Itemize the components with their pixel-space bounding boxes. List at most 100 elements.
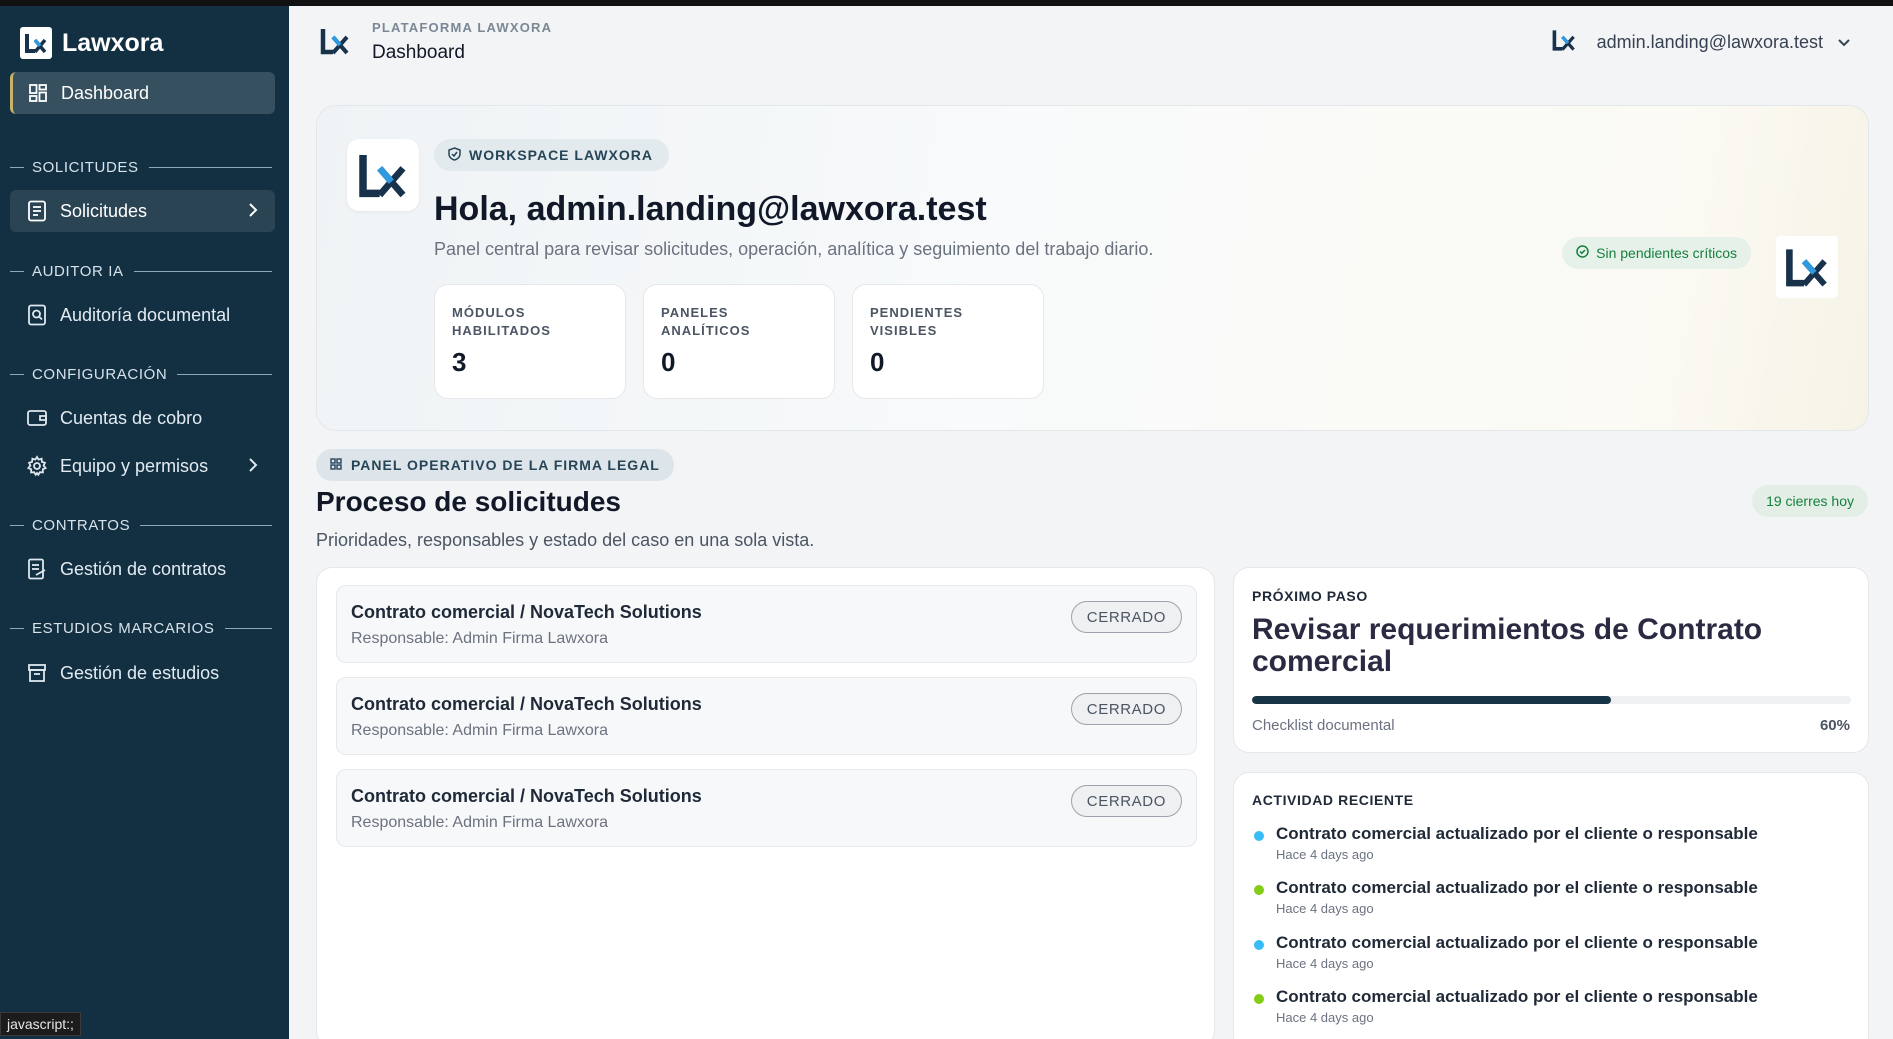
sidebar-item-label: Equipo y permisos	[60, 455, 209, 476]
activity-dot	[1254, 831, 1264, 841]
request-owner: Responsable: Admin Firma Lawxora	[351, 630, 609, 647]
header-kicker: PLATAFORMA LAWXORA	[372, 20, 553, 35]
brand-name: Lawxora	[62, 28, 164, 57]
sidebar-item-label: Cuentas de cobro	[60, 407, 203, 428]
lawxora-logo-icon	[1776, 236, 1838, 298]
brand-logo-icon	[20, 27, 52, 59]
activity-item[interactable]: Contrato comercial actualizado por el cl…	[1252, 987, 1852, 1037]
activity-time: Hace 4 days ago	[1276, 847, 1374, 862]
requests-list-card: Contrato comercial / NovaTech Solutions …	[316, 567, 1215, 1039]
progress-value: 60%	[1819, 717, 1850, 734]
section-title-configuracion: CONFIGURACIÓN	[10, 364, 272, 384]
sidebar-item-label: Dashboard	[61, 82, 150, 103]
request-title: Contrato comercial / NovaTech Solutions	[351, 786, 702, 806]
activity-item[interactable]: Contrato comercial actualizado por el cl…	[1252, 878, 1852, 928]
sidebar-item-cuentas-de-cobro[interactable]: Cuentas de cobro	[10, 397, 275, 439]
next-step-card: PRÓXIMO PASO Revisar requerimientos de C…	[1233, 567, 1869, 753]
activity-text: Contrato comercial actualizado por el cl…	[1276, 824, 1758, 843]
checklist-progress-bar	[1252, 696, 1851, 704]
request-owner: Responsable: Admin Firma Lawxora	[351, 814, 609, 831]
gear-icon	[26, 455, 48, 477]
activity-dot	[1254, 940, 1264, 950]
sidebar-item-label: Solicitudes	[60, 200, 148, 221]
activity-text: Contrato comercial actualizado por el cl…	[1276, 987, 1758, 1006]
brand[interactable]: Lawxora	[20, 27, 163, 59]
progress-label: Checklist documental	[1252, 717, 1395, 734]
workspace-logo-icon	[347, 139, 419, 211]
check-circle-icon	[1576, 245, 1589, 261]
sidebar: Lawxora Dashboard SOLICITUDES Solicitude…	[0, 6, 289, 1039]
sidebar-item-auditoria-documental[interactable]: Auditoría documental	[10, 294, 275, 336]
operational-panel-pill: PANEL OPERATIVO DE LA FIRMA LEGAL	[316, 449, 674, 481]
page-title: Dashboard	[372, 42, 465, 63]
recent-activity-card: ACTIVIDAD RECIENTE Contrato comercial ac…	[1233, 772, 1869, 1039]
stat-card-paneles: PANELES ANALÍTICOS 0	[643, 284, 835, 399]
status-bar-url-tooltip: javascript:;	[0, 1012, 81, 1036]
activity-text: Contrato comercial actualizado por el cl…	[1276, 933, 1758, 952]
activity-item[interactable]: Contrato comercial actualizado por el cl…	[1252, 933, 1852, 983]
user-menu[interactable]: admin.landing@lawxora.test	[1551, 28, 1851, 57]
stat-value: 3	[452, 347, 467, 377]
sidebar-item-label: Auditoría documental	[60, 304, 231, 325]
section-title-auditor-ia: AUDITOR IA	[10, 261, 272, 281]
stat-label: MÓDULOS HABILITADOS	[452, 305, 551, 338]
document-list-icon	[26, 200, 48, 222]
closures-today-badge: 19 cierres hoy	[1752, 485, 1868, 517]
activity-time: Hace 4 days ago	[1276, 901, 1374, 916]
list-item[interactable]: Contrato comercial / NovaTech Solutions …	[336, 677, 1197, 755]
user-avatar-logo-icon	[1551, 28, 1577, 57]
progress-fill	[1252, 696, 1612, 704]
section-heading: Proceso de solicitudes	[316, 486, 621, 517]
activity-kicker: ACTIVIDAD RECIENTE	[1252, 792, 1414, 808]
user-email: admin.landing@lawxora.test	[1596, 32, 1823, 52]
status-badge: CERRADO	[1070, 601, 1182, 633]
shield-icon	[448, 146, 461, 164]
stat-label: PANELES ANALÍTICOS	[661, 305, 751, 338]
sidebar-item-solicitudes[interactable]: Solicitudes	[10, 190, 275, 232]
archive-icon	[26, 662, 48, 684]
lawxora-logo-icon	[319, 26, 351, 61]
contract-icon	[26, 558, 48, 580]
document-search-icon	[26, 304, 48, 326]
section-title-estudios-marcarios: ESTUDIOS MARCARIOS	[10, 618, 272, 638]
status-badge: CERRADO	[1070, 785, 1182, 817]
sidebar-item-label: Gestión de contratos	[60, 558, 227, 579]
sidebar-item-gestion-de-contratos[interactable]: Gestión de contratos	[10, 548, 275, 590]
section-title-contratos: CONTRATOS	[10, 515, 272, 535]
next-step-title: Revisar requerimientos de Contrato comer…	[1252, 613, 1763, 678]
chevron-down-icon	[1837, 32, 1851, 53]
wallet-icon	[26, 407, 48, 429]
activity-text: Contrato comercial actualizado por el cl…	[1276, 878, 1758, 897]
sidebar-item-equipo-y-permisos[interactable]: Equipo y permisos	[10, 445, 275, 487]
top-header: PLATAFORMA LAWXORA Dashboard admin.landi…	[289, 6, 1893, 86]
list-item[interactable]: Contrato comercial / NovaTech Solutions …	[336, 769, 1197, 847]
activity-item[interactable]: Contrato comercial actualizado por el cl…	[1252, 824, 1852, 874]
greeting-subtitle: Panel central para revisar solicitudes, …	[434, 239, 1154, 259]
section-title-solicitudes: SOLICITUDES	[10, 157, 272, 177]
greeting-heading: Hola, admin.landing@lawxora.test	[434, 190, 987, 228]
grid-icon	[330, 457, 342, 473]
stat-value: 0	[870, 347, 885, 377]
status-badge: CERRADO	[1070, 693, 1182, 725]
stat-card-modulos: MÓDULOS HABILITADOS 3	[434, 284, 626, 399]
list-item[interactable]: Contrato comercial / NovaTech Solutions …	[336, 585, 1197, 663]
request-owner: Responsable: Admin Firma Lawxora	[351, 722, 609, 739]
dashboard-grid-icon	[27, 82, 49, 104]
activity-dot	[1254, 885, 1264, 895]
sidebar-item-label: Gestión de estudios	[60, 662, 220, 683]
activity-time: Hace 4 days ago	[1276, 956, 1374, 971]
stat-value: 0	[661, 347, 676, 377]
stat-label: PENDIENTES VISIBLES	[870, 305, 964, 338]
sidebar-item-gestion-de-estudios[interactable]: Gestión de estudios	[10, 652, 275, 694]
chevron-right-icon	[247, 202, 259, 223]
workspace-pill: WORKSPACE LAWXORA	[434, 139, 669, 171]
welcome-hero-card: WORKSPACE LAWXORA Hola, admin.landing@la…	[316, 105, 1869, 431]
section-subtitle: Prioridades, responsables y estado del c…	[316, 530, 815, 550]
chevron-right-icon	[247, 457, 259, 478]
request-title: Contrato comercial / NovaTech Solutions	[351, 694, 702, 714]
activity-dot	[1254, 994, 1264, 1004]
request-title: Contrato comercial / NovaTech Solutions	[351, 602, 702, 622]
activity-time: Hace 4 days ago	[1276, 1010, 1374, 1025]
sidebar-item-dashboard[interactable]: Dashboard	[10, 72, 275, 114]
status-badge-no-critical: Sin pendientes críticos	[1562, 237, 1751, 269]
